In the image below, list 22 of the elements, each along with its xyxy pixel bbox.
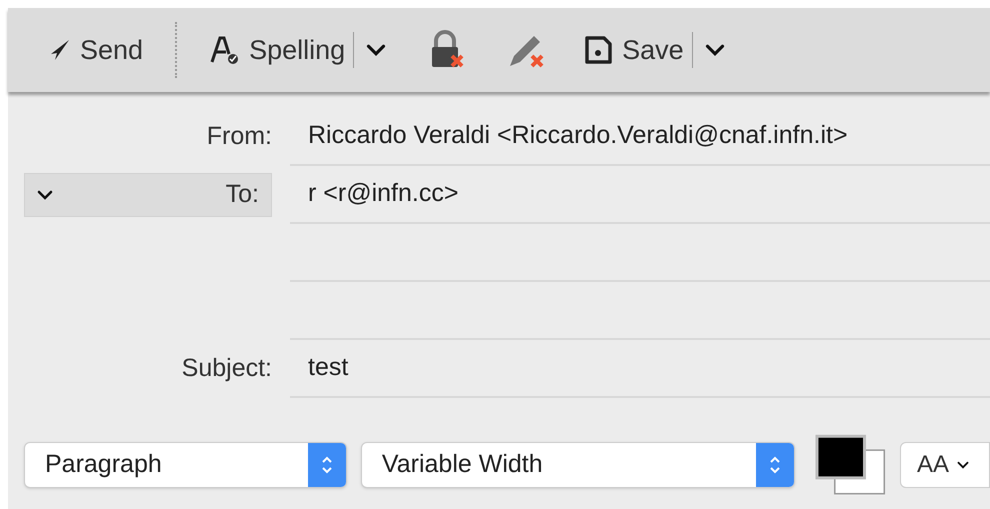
field-value: test xyxy=(308,352,348,384)
font-size-button[interactable]: AA xyxy=(900,442,990,488)
send-button[interactable]: Send xyxy=(48,30,144,70)
field-value: Riccardo Veraldi <Riccardo.Veraldi@cnaf.infn.it> xyxy=(308,120,848,152)
header-field[interactable]: r <r@infn.cc> xyxy=(290,166,990,224)
field-label: From: xyxy=(206,121,272,152)
header-field[interactable]: test xyxy=(290,340,990,398)
field-label: Subject: xyxy=(182,353,272,384)
address-options-button[interactable]: To: xyxy=(24,173,272,217)
chevron-down-icon xyxy=(37,189,53,201)
chevron-down-icon xyxy=(366,42,386,58)
color-well-icon[interactable] xyxy=(814,434,886,496)
header-field[interactable]: Riccardo Veraldi <Riccardo.Veraldi@cnaf.infn.it> xyxy=(290,108,990,166)
spelling-button[interactable]: Spelling xyxy=(209,30,346,70)
stepper-icon xyxy=(308,443,346,487)
font-select[interactable]: Variable Width xyxy=(360,442,795,488)
chevron-down-icon xyxy=(704,42,725,58)
paragraph-style-select[interactable]: Paragraph xyxy=(24,442,347,488)
save-button[interactable]: Save xyxy=(582,30,684,70)
stepper-icon xyxy=(756,443,794,487)
field-value: r <r@infn.cc> xyxy=(308,178,458,210)
chevron-down-icon xyxy=(957,459,969,471)
